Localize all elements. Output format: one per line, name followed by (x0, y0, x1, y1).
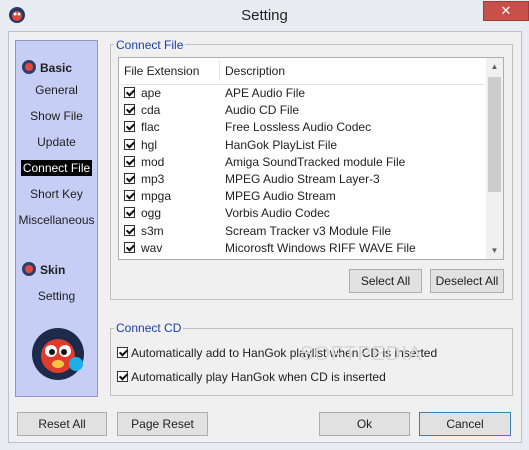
sidebar-item-connect-file[interactable]: Connect File (16, 160, 97, 176)
row-description: APE Audio File (225, 86, 306, 100)
title-bar: Setting ✕ (0, 0, 529, 30)
page-reset-button[interactable]: Page Reset (117, 412, 208, 436)
row-description: Scream Tracker v3 Module File (225, 223, 392, 238)
close-button[interactable]: ✕ (483, 1, 529, 21)
list-item[interactable]: ogg Vorbis Audio Codec (119, 205, 485, 222)
list-item[interactable]: mpga MPEG Audio Stream (119, 188, 485, 205)
connect-cd-title: Connect CD (114, 321, 184, 335)
ok-button[interactable]: Ok (319, 412, 410, 436)
close-icon: ✕ (500, 3, 512, 18)
row-description: Free Lossless Audio Codec (225, 120, 372, 135)
sidebar-item-label: Short Key (30, 187, 83, 201)
select-all-button[interactable]: Select All (349, 269, 422, 293)
row-checkbox[interactable] (124, 173, 135, 184)
sidebar-item-general[interactable]: General (16, 83, 97, 97)
row-description: Amiga SoundTracked module File (225, 154, 406, 169)
skin-icon (22, 262, 36, 276)
file-extension-list[interactable]: File Extension Description ape APE Audio … (118, 57, 504, 260)
row-extension: mod (141, 154, 165, 169)
list-item[interactable]: cda Audio CD File (119, 102, 485, 119)
scroll-up-icon[interactable]: ▲ (486, 58, 503, 75)
column-header-extension[interactable]: File Extension (124, 64, 199, 78)
list-item[interactable]: hgl HanGok PlayList File (119, 137, 485, 154)
sidebar-item-miscellaneous[interactable]: Miscellaneous (16, 213, 97, 227)
list-item[interactable]: ape APE Audio File (119, 85, 485, 102)
column-header-description[interactable]: Description (225, 64, 285, 78)
row-description: Micorosft Windows RIFF WAVE File (225, 240, 416, 255)
column-divider[interactable] (219, 61, 220, 81)
deselect-all-button[interactable]: Deselect All (430, 269, 504, 293)
row-checkbox[interactable] (124, 224, 135, 236)
list-item[interactable]: mod Amiga SoundTracked module File (119, 154, 485, 171)
sidebar-item-short-key[interactable]: Short Key (16, 187, 97, 201)
sidebar-header-label: Basic (40, 61, 73, 75)
basic-icon (22, 60, 36, 74)
row-extension: s3m (141, 223, 164, 238)
sidebar-item-label: Setting (37, 289, 76, 303)
row-description: MPEG Audio Stream Layer-3 (225, 172, 380, 186)
cancel-button[interactable]: Cancel (419, 412, 511, 436)
row-extension: hgl (141, 137, 158, 152)
sidebar-item-label: Update (37, 135, 76, 149)
mascot-icon (32, 328, 84, 380)
list-item[interactable]: s3m Scream Tracker v3 Module File (119, 223, 485, 240)
row-description: HanGok PlayList File (225, 137, 338, 152)
sidebar-item-label: General (35, 83, 78, 97)
row-description: Vorbis Audio Codec (225, 206, 330, 221)
list-item[interactable]: mp3 MPEG Audio Stream Layer-3 (119, 171, 485, 188)
row-extension: ogg (141, 206, 162, 221)
row-extension: cda (141, 103, 161, 118)
row-checkbox[interactable] (124, 241, 135, 253)
sidebar: Basic General Show File Update Connect F… (15, 40, 98, 397)
auto-play-label: Automatically play HanGok when CD is ins… (131, 370, 386, 384)
row-description: Audio CD File (225, 103, 300, 118)
sidebar-item-update[interactable]: Update (16, 135, 97, 149)
sidebar-header-label: Skin (40, 263, 66, 277)
row-checkbox[interactable] (124, 104, 135, 116)
list-header: File Extension Description (119, 58, 485, 85)
window-title: Setting (241, 7, 288, 24)
auto-play-option[interactable]: Automatically play HanGok when CD is ins… (117, 370, 386, 384)
reset-all-button[interactable]: Reset All (17, 412, 107, 436)
row-description: MPEG Audio Stream (225, 189, 336, 204)
list-item[interactable]: flac Free Lossless Audio Codec (119, 119, 485, 136)
auto-add-checkbox[interactable] (117, 347, 128, 358)
sidebar-item-label: Miscellaneous (18, 213, 95, 227)
row-extension: mpga (141, 189, 172, 204)
row-extension: ape (141, 86, 162, 100)
row-checkbox[interactable] (124, 121, 135, 133)
list-scrollbar[interactable]: ▲ ▼ (486, 58, 503, 259)
connect-file-title: Connect File (114, 38, 186, 52)
row-checkbox[interactable] (124, 259, 135, 260)
sidebar-item-label: Show File (30, 109, 83, 123)
row-checkbox[interactable] (124, 138, 135, 150)
sidebar-item-label: Connect File (20, 160, 93, 176)
row-extension: wav (141, 240, 163, 255)
scroll-thumb[interactable] (488, 77, 501, 192)
row-checkbox[interactable] (124, 190, 135, 202)
row-extension: wma (141, 258, 166, 259)
scroll-down-icon[interactable]: ▼ (486, 242, 503, 259)
sidebar-item-skin-setting[interactable]: Setting (16, 289, 97, 303)
row-extension: mp3 (141, 172, 165, 186)
row-description: Microsoft Windows Media Audio File (225, 258, 418, 259)
list-item[interactable]: wma Microsoft Windows Media Audio File (119, 257, 485, 260)
row-checkbox[interactable] (124, 87, 135, 98)
watermark: SOFTPEDIA (300, 343, 423, 365)
sidebar-item-show-file[interactable]: Show File (16, 109, 97, 123)
row-extension: flac (141, 120, 160, 135)
sidebar-header-skin: Skin (22, 262, 65, 277)
sidebar-header-basic: Basic (22, 60, 72, 75)
row-checkbox[interactable] (124, 207, 135, 219)
row-checkbox[interactable] (124, 155, 135, 167)
auto-play-checkbox[interactable] (117, 371, 128, 382)
list-item[interactable]: wav Micorosft Windows RIFF WAVE File (119, 240, 485, 257)
